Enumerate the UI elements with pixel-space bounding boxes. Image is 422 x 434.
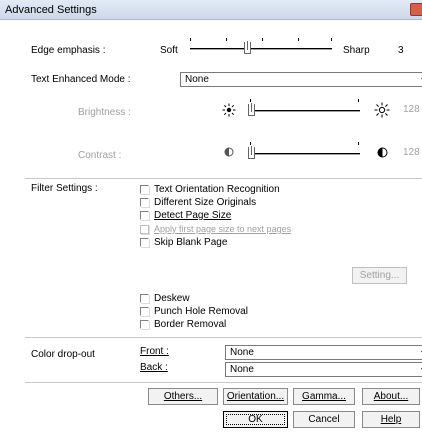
close-button[interactable] (410, 3, 422, 16)
sun-small-icon (222, 103, 236, 117)
ok-button[interactable]: OK (223, 411, 288, 428)
help-button[interactable]: Help (362, 411, 420, 428)
checkbox-box[interactable] (140, 198, 149, 207)
setting-button[interactable]: Setting... (352, 267, 407, 284)
checkbox-label: Text Orientation Recognition (154, 184, 280, 195)
about-button[interactable]: About... (362, 388, 420, 405)
checkbox-label: Punch Hole Removal (154, 306, 248, 317)
checkbox-box[interactable] (140, 307, 149, 316)
edge-soft-label: Soft (160, 45, 178, 56)
edge-track-shadow (190, 49, 332, 50)
contrast-value: 128 (403, 147, 420, 158)
edge-tick (226, 38, 227, 41)
filter-settings-label: Filter Settings : (31, 183, 98, 194)
front-select[interactable]: None (225, 345, 422, 360)
section-divider (25, 382, 422, 383)
back-value: None (230, 364, 254, 375)
apply-first-page-checkbox[interactable]: Apply first page size to next pages (140, 224, 370, 236)
edge-tick (298, 38, 299, 41)
section-divider (25, 337, 422, 338)
back-label: Back : (140, 362, 168, 373)
different-size-checkbox[interactable]: Different Size Originals (140, 197, 370, 209)
checkbox-box[interactable] (140, 225, 149, 234)
brightness-thumb[interactable] (248, 103, 255, 116)
checkbox-label: Detect Page Size (154, 210, 232, 221)
checkbox-label: Deskew (154, 293, 190, 304)
brightness-track-shadow (250, 111, 360, 112)
checkbox-box[interactable] (140, 294, 149, 303)
checkbox-box[interactable] (140, 185, 149, 194)
focus-ring (226, 414, 285, 425)
color-dropout-label: Color drop-out (31, 349, 95, 360)
advanced-settings-dialog: Advanced Settings Edge emphasis : Soft S… (0, 0, 422, 434)
contrast-high-icon (377, 147, 388, 158)
edge-emphasis-label: Edge emphasis : (31, 45, 106, 56)
checkbox-box[interactable] (140, 238, 149, 247)
checkbox-label: Apply first page size to next pages (154, 224, 292, 234)
checkbox-label: Skip Blank Page (154, 237, 228, 248)
checkbox-box[interactable] (140, 211, 149, 220)
punch-hole-removal-checkbox[interactable]: Punch Hole Removal (140, 306, 370, 318)
brightness-value: 128 (403, 104, 420, 115)
front-value: None (230, 347, 254, 358)
detect-page-size-checkbox[interactable]: Detect Page Size (140, 210, 370, 222)
text-enhanced-select[interactable]: None (180, 72, 422, 87)
border-removal-checkbox[interactable]: Border Removal (140, 319, 370, 331)
contrast-track-shadow (250, 154, 360, 155)
edge-thumb[interactable] (244, 41, 251, 54)
gamma-button[interactable]: Gamma... (293, 388, 355, 405)
orientation-button[interactable]: Orientation... (223, 388, 288, 405)
title-bar[interactable]: Advanced Settings (0, 0, 422, 20)
checkbox-box[interactable] (140, 320, 149, 329)
contrast-tick (250, 142, 251, 145)
section-divider (25, 178, 422, 179)
front-label: Front : (140, 346, 169, 357)
sun-large-icon (374, 102, 390, 118)
checkbox-label: Border Removal (154, 319, 227, 330)
text-enhanced-value: None (185, 74, 209, 85)
contrast-low-icon (224, 147, 234, 157)
checkbox-label: Different Size Originals (154, 197, 257, 208)
contrast-tick (358, 142, 359, 145)
brightness-label: Brightness : (78, 107, 131, 118)
text-orientation-checkbox[interactable]: Text Orientation Recognition (140, 184, 370, 196)
window-title: Advanced Settings (5, 4, 97, 16)
deskew-checkbox[interactable]: Deskew (140, 293, 370, 305)
edge-tick (331, 38, 332, 41)
back-select[interactable]: None (225, 362, 422, 377)
brightness-tick (250, 99, 251, 102)
edge-emphasis-value: 3 (398, 45, 404, 56)
contrast-label: Contrast : (78, 150, 122, 161)
skip-blank-page-checkbox[interactable]: Skip Blank Page (140, 237, 370, 249)
contrast-thumb[interactable] (248, 146, 255, 159)
others-button[interactable]: Others... (148, 388, 218, 405)
edge-sharp-label: Sharp (343, 45, 370, 56)
cancel-button[interactable]: Cancel (293, 411, 355, 428)
edge-tick (262, 38, 263, 41)
text-enhanced-label: Text Enhanced Mode : (31, 74, 131, 85)
edge-tick (190, 38, 191, 41)
brightness-tick (358, 99, 359, 102)
